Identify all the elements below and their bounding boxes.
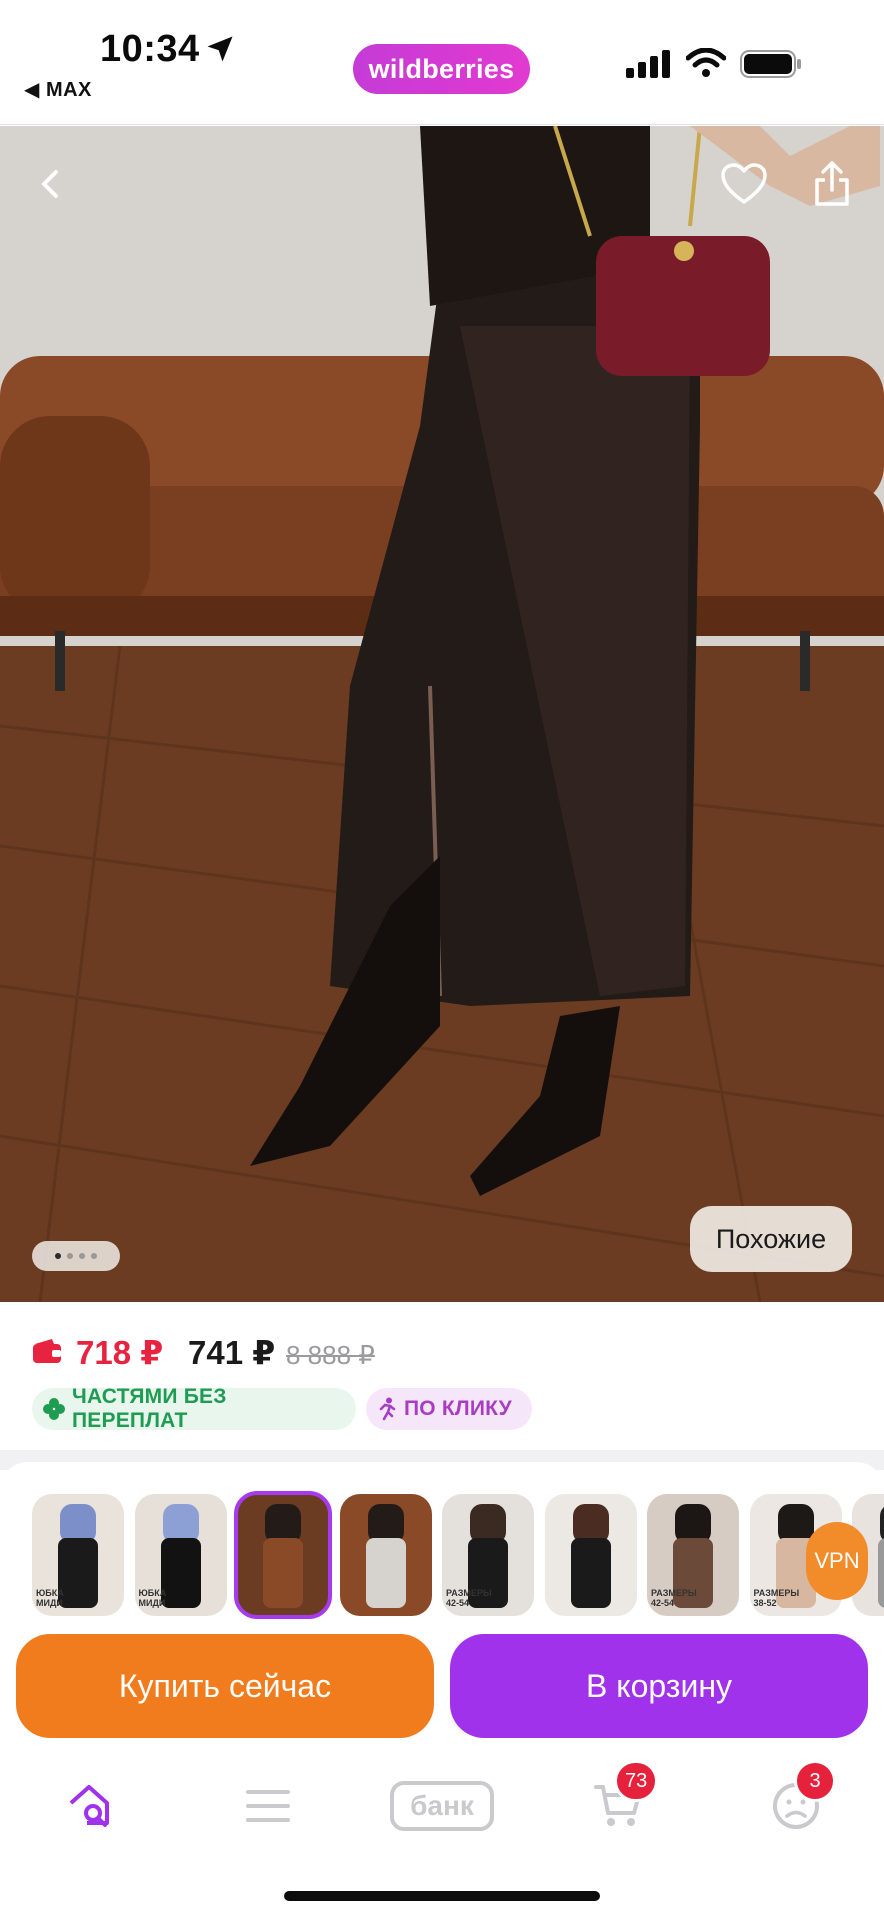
- back-to-app-link[interactable]: ◀ MAX: [24, 77, 92, 102]
- one-click-label: ПО КЛИКУ: [404, 1397, 512, 1420]
- home-indicator: [284, 1891, 600, 1901]
- location-arrow-icon: [207, 36, 233, 62]
- installments-badge[interactable]: ЧАСТЯМИ БЕЗ ПЕРЕПЛАТ: [32, 1385, 356, 1432]
- clock: 10:34: [100, 28, 200, 70]
- buy-now-button[interactable]: Купить сейчас: [16, 1634, 434, 1738]
- product-photo-gallery[interactable]: Похожие: [0, 126, 884, 1302]
- gallery-dot: [79, 1253, 85, 1259]
- bank-label: банк: [410, 1790, 474, 1821]
- back-button[interactable]: [22, 156, 78, 212]
- tab-catalog[interactable]: [240, 1778, 296, 1834]
- profile-notification-badge: 3: [794, 1760, 836, 1802]
- vpn-button[interactable]: VPN: [806, 1522, 868, 1600]
- thumbnail-caption: РАЗМЕРЫ 42-54: [651, 1588, 697, 1608]
- thumbnail-caption: РАЗМЕРЫ 38-52: [753, 1588, 800, 1608]
- tab-home-search[interactable]: [62, 1778, 118, 1834]
- battery-icon: [740, 50, 801, 78]
- product-thumbnail[interactable]: РАЗМЕРЫ 42-54: [442, 1494, 534, 1616]
- bank-logo: банк: [390, 1781, 494, 1831]
- similar-button[interactable]: Похожие: [690, 1206, 852, 1272]
- product-thumbnail[interactable]: РАЗМЕРЫ 42-54: [647, 1494, 739, 1616]
- product-thumbnail[interactable]: ЮБКА МИДИ: [32, 1494, 124, 1616]
- brand-logo: wildberries: [353, 44, 530, 94]
- old-price: 8 888 ₽: [286, 1340, 375, 1370]
- add-to-cart-button[interactable]: В корзину: [450, 1634, 868, 1738]
- favorite-button[interactable]: [716, 156, 772, 212]
- tab-cart[interactable]: 73: [590, 1760, 659, 1834]
- clover-icon: [42, 1397, 66, 1421]
- thumbnail-caption: ЮБКА МИДИ: [36, 1588, 64, 1608]
- product-thumbnail[interactable]: [234, 1491, 332, 1619]
- product-thumbnail[interactable]: ЮБКА МИДИ: [134, 1494, 227, 1616]
- gallery-pagination: [32, 1241, 120, 1271]
- wallet-icon: [33, 1339, 61, 1363]
- installments-label: ЧАСТЯМИ БЕЗ ПЕРЕПЛАТ: [72, 1385, 227, 1432]
- running-person-icon: [376, 1397, 398, 1421]
- thumbnail-caption: РАЗМЕРЫ 42-54: [446, 1588, 492, 1608]
- share-button[interactable]: [804, 156, 860, 212]
- cellular-signal-icon: [626, 50, 670, 78]
- product-thumbnail[interactable]: [544, 1494, 637, 1616]
- product-photo: [0, 126, 884, 1302]
- thumbnail-caption: ЮБКА МИДИ: [138, 1588, 167, 1608]
- tab-profile[interactable]: 3: [768, 1760, 836, 1834]
- wallet-price: 718 ₽: [76, 1334, 164, 1371]
- status-bar: 10:34 ◀ MAX wildberries: [0, 0, 884, 125]
- share-icon: [815, 161, 849, 206]
- gallery-dot: [91, 1253, 97, 1259]
- current-price: 741 ₽: [188, 1334, 276, 1371]
- gallery-dot: [67, 1253, 73, 1259]
- tab-bank[interactable]: банк: [388, 1778, 496, 1834]
- wifi-icon: [686, 48, 726, 77]
- chevron-left-icon: [42, 170, 58, 198]
- heart-icon: [721, 163, 767, 204]
- thumbnail-strip[interactable]: ЮБКА МИДИ ЮБКА МИДИ РАЗМЕРЫ 42-54 РАЗМЕРЫ 4…: [0, 1462, 884, 1630]
- product-thumbnail[interactable]: [339, 1494, 432, 1616]
- gallery-dot: [55, 1253, 61, 1259]
- one-click-badge[interactable]: ПО КЛИКУ: [366, 1388, 532, 1430]
- home-search-icon: [69, 1785, 109, 1827]
- menu-icon: [246, 1790, 290, 1822]
- cart-count-badge: 73: [614, 1760, 659, 1802]
